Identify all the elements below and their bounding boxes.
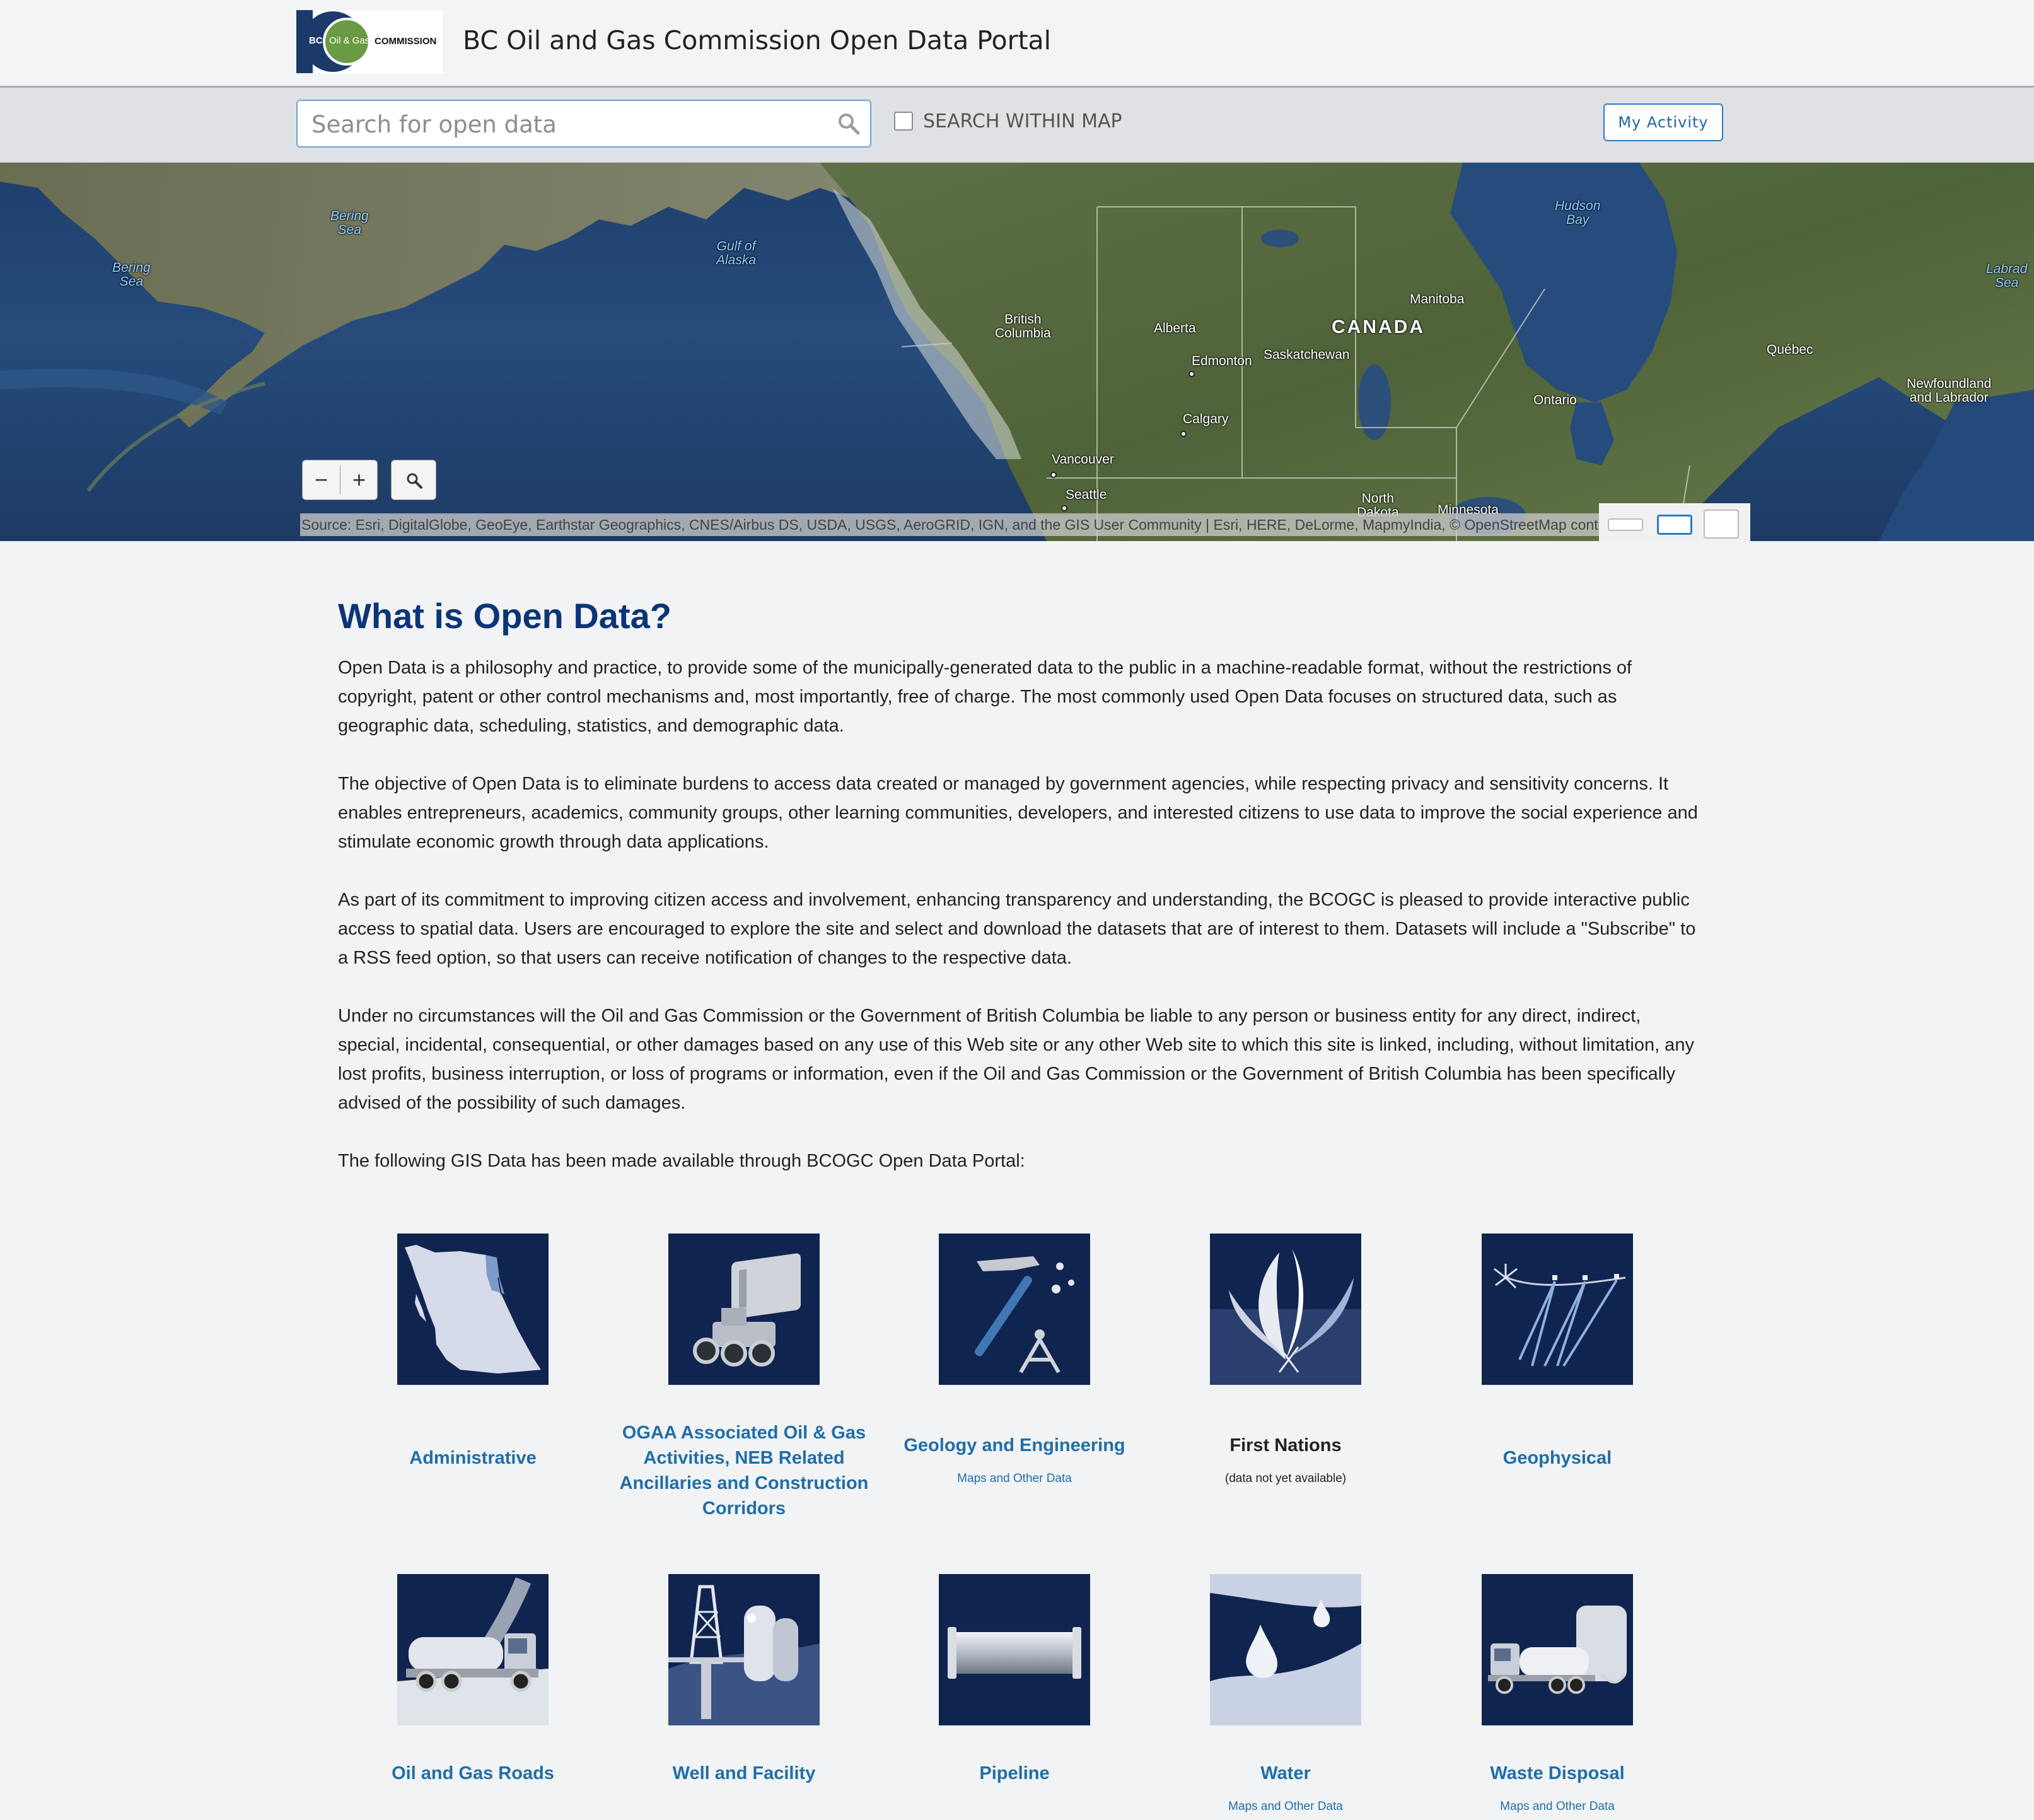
map-view[interactable]: Bering Sea Bering Sea Gulf of Alaska Hudson…	[0, 163, 2034, 541]
category-label[interactable]: Geophysical	[1422, 1445, 1693, 1471]
map-label-canada: CANADA	[1332, 317, 1425, 337]
zoom-in-button[interactable]: +	[340, 460, 378, 499]
derrick-icon[interactable]	[668, 1574, 820, 1725]
category-sublabel: (data not yet available)	[1224, 1472, 1347, 1485]
search-box	[296, 100, 871, 148]
category-sublabel[interactable]: Maps and Other Data	[1150, 1800, 1421, 1814]
category-label[interactable]: Water	[1150, 1761, 1421, 1786]
category-label: First Nations	[1229, 1435, 1342, 1455]
map-label-bering-sea: Bering Sea	[112, 260, 151, 289]
map-label-bering-sea-north: Bering Sea	[330, 209, 369, 237]
map-label-ontario: Ontario	[1533, 393, 1577, 407]
basemap-switcher	[1599, 503, 1750, 541]
map-label-manitoba: Manitoba	[1410, 292, 1465, 306]
intro-paragraph-2: The objective of Open Data is to elimina…	[338, 774, 1698, 852]
logo-bc-text: BC	[309, 35, 323, 46]
search-within-map-label[interactable]: SEARCH WITHIN MAP	[923, 110, 1122, 132]
open-data-intro: What is Open Data? Open Data is a philos…	[338, 594, 1700, 1171]
basemap-option-1[interactable]	[1608, 518, 1643, 531]
map-label-labrador-sea: Labrad Sea	[1986, 262, 2028, 290]
map-label-edmonton: Edmonton	[1192, 354, 1252, 368]
pipe-icon[interactable]	[939, 1574, 1090, 1725]
basemap-option-3[interactable]	[1704, 510, 1739, 539]
map-label-vancouver: Vancouver	[1052, 452, 1114, 467]
search-within-map-checkbox[interactable]	[894, 112, 913, 131]
category-label[interactable]: Oil and Gas Roads	[337, 1761, 608, 1786]
search-input[interactable]	[310, 107, 817, 141]
map-label-saskatchewan: Saskatchewan	[1264, 347, 1350, 362]
map-label-seattle: Seattle	[1066, 487, 1107, 502]
site-header: BC Oil & Gas COMMISSION BC Oil and Gas C…	[0, 0, 2034, 88]
search-icon[interactable]	[837, 112, 860, 135]
category-label[interactable]: Geology and Engineering	[879, 1433, 1150, 1458]
water-drop-icon[interactable]	[1210, 1574, 1361, 1725]
map-label-british-columbia: British Columbia	[995, 312, 1051, 341]
disclaimer-paragraph: Under no circumstances will the Oil and …	[338, 1006, 1694, 1113]
bcogc-logo[interactable]: BC Oil & Gas COMMISSION	[296, 10, 443, 73]
zoom-control: − +	[302, 460, 378, 500]
magnifier-icon	[407, 473, 422, 489]
feathers-icon	[1210, 1234, 1361, 1385]
map-attribution: Source: Esri, DigitalGlobe, GeoEye, Eart…	[300, 513, 1600, 536]
seismic-icon[interactable]	[1482, 1234, 1633, 1385]
search-bar: SEARCH WITHIN MAP My Activity	[0, 88, 2034, 163]
category-label[interactable]: OGAA Associated Oil & Gas Activities, NE…	[608, 1420, 880, 1521]
category-label[interactable]: Waste Disposal	[1422, 1761, 1693, 1786]
category-label[interactable]: Well and Facility	[608, 1761, 880, 1786]
map-label-quebec: Québec	[1767, 342, 1813, 357]
intro-paragraph-1: Open Data is a philosophy and practice, …	[338, 658, 1632, 736]
map-label-hudson-bay: Hudson Bay	[1555, 199, 1601, 227]
tanker-truck-icon[interactable]	[397, 1574, 549, 1725]
category-label[interactable]: Pipeline	[879, 1761, 1150, 1786]
my-activity-button[interactable]: My Activity	[1603, 103, 1723, 141]
logo-commission-text: COMMISSION	[375, 36, 437, 47]
category-sublabel[interactable]: Maps and Other Data	[879, 1472, 1150, 1486]
category-sublabel[interactable]: Maps and Other Data	[1422, 1800, 1693, 1814]
waste-truck-icon[interactable]	[1482, 1574, 1633, 1725]
category-label[interactable]: Administrative	[337, 1445, 608, 1471]
site-title: BC Oil and Gas Commission Open Data Port…	[463, 25, 1052, 55]
map-label-newfoundland: Newfoundland and Labrador	[1907, 376, 1992, 405]
zoom-out-button[interactable]: −	[303, 460, 340, 499]
logo-oil-gas-text: Oil & Gas	[329, 35, 370, 46]
map-label-calgary: Calgary	[1183, 412, 1229, 426]
map-label-gulf-of-alaska: Gulf of Alaska	[716, 239, 757, 267]
basemap-option-2[interactable]	[1657, 515, 1692, 535]
bc-map-icon[interactable]	[397, 1234, 549, 1385]
loader-icon[interactable]	[668, 1234, 820, 1385]
map-search-button[interactable]	[391, 460, 436, 500]
map-label-alberta: Alberta	[1154, 321, 1196, 335]
gis-data-intro: The following GIS Data has been made ava…	[338, 1151, 1025, 1171]
page-heading: What is Open Data?	[338, 596, 671, 636]
intro-paragraph-3: As part of its commitment to improving c…	[338, 890, 1696, 968]
hammer-compass-icon[interactable]	[939, 1234, 1090, 1385]
